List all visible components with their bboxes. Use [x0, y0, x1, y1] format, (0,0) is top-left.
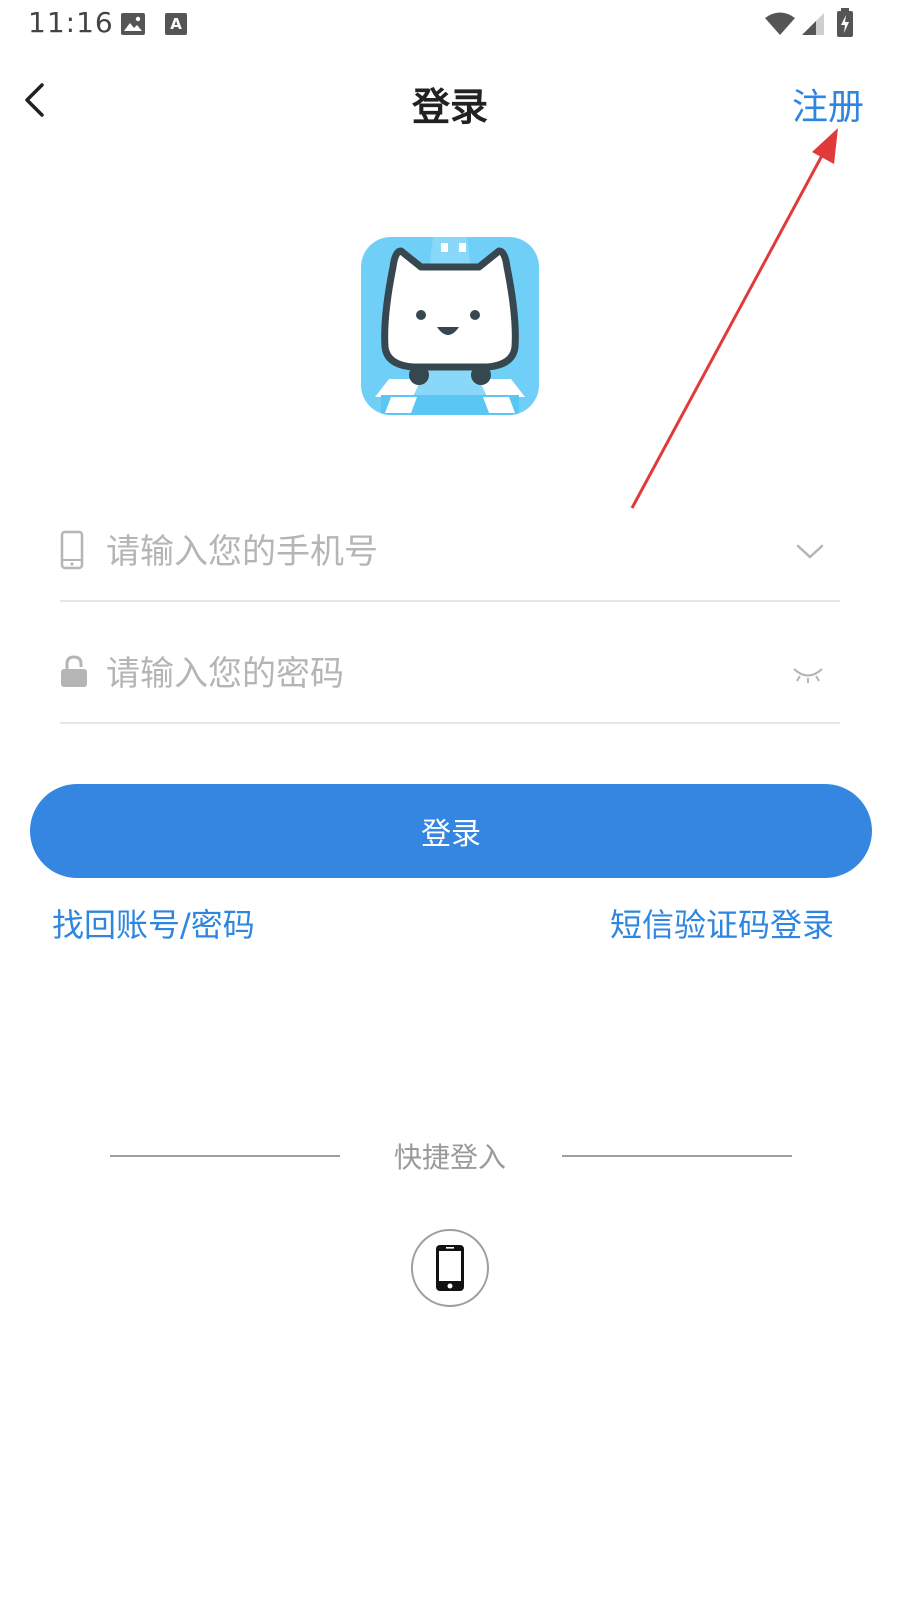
wifi-icon — [764, 12, 796, 40]
battery-charging-icon — [836, 8, 854, 42]
eye-closed-icon[interactable] — [792, 666, 824, 688]
password-field — [60, 630, 840, 724]
app-logo-cat-icon — [375, 237, 525, 415]
chevron-down-icon[interactable] — [796, 544, 824, 564]
smartphone-icon — [436, 1245, 464, 1291]
quick-login-label: 快捷登入 — [393, 1141, 506, 1174]
login-button[interactable]: 登录 — [30, 784, 872, 878]
annotation-arrow-icon — [630, 128, 838, 509]
sms-login-link[interactable]: 短信验证码登录 — [610, 900, 834, 946]
svg-text:A: A — [170, 15, 182, 33]
recover-account-link[interactable]: 找回账号/密码 — [52, 900, 255, 946]
signal-icon — [800, 12, 826, 40]
phone-input[interactable] — [106, 508, 746, 596]
phone-field — [60, 508, 840, 602]
app-logo — [361, 237, 539, 415]
status-time: 11:16 — [28, 6, 114, 39]
phone-icon — [60, 530, 84, 574]
a-text-icon: A — [164, 12, 188, 40]
lock-icon — [60, 654, 88, 692]
quick-login-phone-button[interactable] — [411, 1229, 489, 1307]
image-icon — [120, 12, 146, 40]
password-input[interactable] — [106, 630, 746, 718]
